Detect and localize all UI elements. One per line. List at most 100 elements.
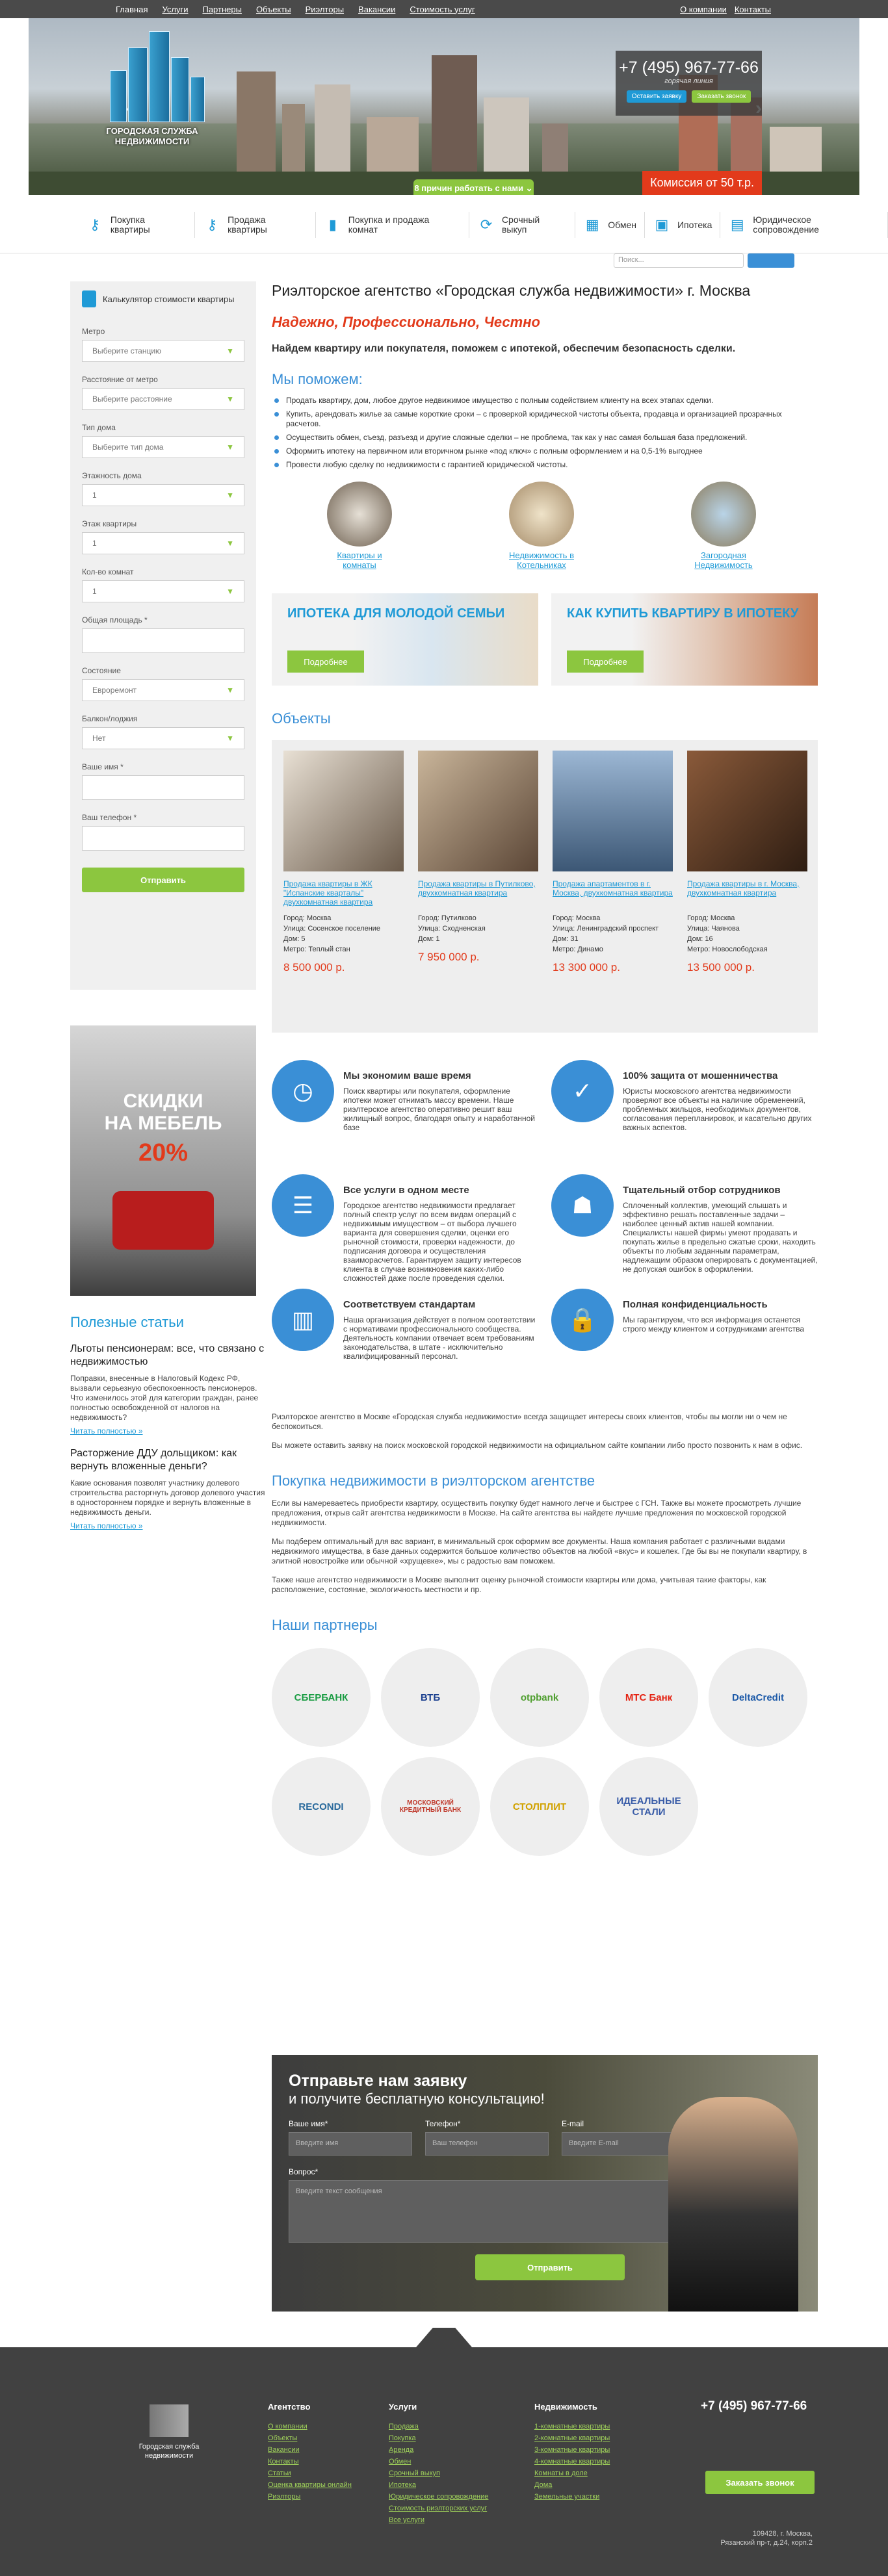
search-button[interactable] <box>748 253 794 268</box>
partner-logo[interactable]: DeltaCredit <box>709 1648 807 1747</box>
nav-item[interactable]: ▮ Покупка и продажа комнат <box>316 212 470 238</box>
object-photo[interactable] <box>283 751 404 871</box>
category-tile[interactable]: Недвижимость в Котельниках <box>503 482 581 570</box>
category-link[interactable]: Квартиры и комнаты <box>320 550 398 570</box>
top-menu-item[interactable]: Главная <box>116 5 148 14</box>
select-field[interactable]: 1 ▼ <box>82 532 244 554</box>
object-link[interactable]: Продажа квартиры в Путилково, двухкомнат… <box>418 879 538 913</box>
object-link[interactable]: Продажа квартиры в г. Москва, двухкомнат… <box>687 879 807 913</box>
footer-phone[interactable]: +7 (495) 967-77-66 <box>701 2399 807 2414</box>
select-field[interactable]: 1 ▼ <box>82 580 244 602</box>
hotline-phone[interactable]: +7 (495) 967-77-66 <box>616 58 762 77</box>
footer-link[interactable]: О компании <box>268 2421 352 2432</box>
form-submit-button[interactable]: Отправить <box>475 2254 625 2280</box>
select-field[interactable]: Выберите тип дома ▼ <box>82 436 244 458</box>
form-phone-input[interactable]: Ваш телефон <box>425 2132 549 2156</box>
promo-more-button[interactable]: Подробнее <box>287 650 364 673</box>
article-title[interactable]: Расторжение ДДУ дольщиком: как вернуть в… <box>70 1447 265 1473</box>
footer-link[interactable]: Оценка квартиры онлайн <box>268 2479 352 2491</box>
partner-logo[interactable]: ВТБ <box>381 1648 480 1747</box>
category-tile[interactable]: Квартиры и комнаты <box>320 482 398 570</box>
footer-link[interactable]: Риэлторы <box>268 2491 352 2503</box>
contacts-link[interactable]: Контакты <box>735 5 771 14</box>
partner-logo[interactable]: СБЕРБАНК <box>272 1648 371 1747</box>
footer-link[interactable]: Продажа <box>389 2421 488 2432</box>
footer-link[interactable]: Покупка <box>389 2432 488 2444</box>
nav-item[interactable]: ⚷ Продажа квартиры <box>195 212 316 238</box>
select-field[interactable]: 1 ▼ <box>82 484 244 506</box>
top-menu-item[interactable]: Риэлторы <box>306 5 344 14</box>
footer-link[interactable]: 4-комнатные квартиры <box>534 2456 610 2467</box>
footer-link[interactable]: Юридическое сопровождение <box>389 2491 488 2503</box>
partner-logo[interactable]: МОСКОВСКИЙ КРЕДИТНЫЙ БАНК <box>381 1757 480 1856</box>
partner-logo[interactable]: СТОЛПЛИТ <box>490 1757 589 1856</box>
area-input[interactable] <box>82 628 244 653</box>
phone-input[interactable] <box>82 826 244 851</box>
name-input[interactable] <box>82 775 244 800</box>
object-photo[interactable] <box>553 751 673 871</box>
form-name-input[interactable]: Введите имя <box>289 2132 412 2156</box>
object-link[interactable]: Продажа квартиры в ЖК "Испанские квартал… <box>283 879 404 913</box>
category-link[interactable]: Загородная Недвижимость <box>685 550 763 570</box>
scroll-top-button[interactable] <box>416 2328 472 2347</box>
footer-order-call-button[interactable]: Заказать звонок <box>705 2471 815 2494</box>
select-field[interactable]: Выберите расстояние ▼ <box>82 388 244 410</box>
reasons-button[interactable]: 8 причин работать с нами ⌄ <box>413 179 534 195</box>
partner-logo[interactable]: otpbank <box>490 1648 589 1747</box>
furniture-ad[interactable]: СКИДКИ НА МЕБЕЛЬ 20% <box>70 1025 256 1296</box>
footer-link[interactable]: Контакты <box>268 2456 352 2467</box>
nav-item[interactable]: ▣ Ипотека <box>645 212 721 238</box>
nav-item[interactable]: ▦ Обмен <box>575 212 645 238</box>
partner-logo[interactable]: МТС Банк <box>599 1648 698 1747</box>
form-email-input[interactable]: Введите E-mail <box>562 2132 685 2156</box>
top-menu-item[interactable]: Услуги <box>162 5 188 14</box>
about-link[interactable]: О компании <box>680 5 727 14</box>
footer-logo[interactable]: Городская служба недвижимости <box>124 2404 215 2460</box>
order-call-button[interactable]: Заказать звонок <box>692 90 751 103</box>
object-link[interactable]: Продажа апартаментов в г. Москва, двухко… <box>553 879 673 913</box>
promo-banner[interactable]: КАК КУПИТЬ КВАРТИРУ В ИПОТЕКУ Подробнее <box>551 593 818 686</box>
footer-link[interactable]: Стоимость риэлторских услуг <box>389 2503 488 2514</box>
footer-link[interactable]: Ипотека <box>389 2479 488 2491</box>
footer-link[interactable]: 2-комнатные квартиры <box>534 2432 610 2444</box>
search-input[interactable]: Поиск... <box>614 253 744 268</box>
footer-link[interactable]: Дома <box>534 2479 610 2491</box>
footer-link[interactable]: Статьи <box>268 2467 352 2479</box>
calculator-submit-button[interactable]: Отправить <box>82 868 244 892</box>
promo-more-button[interactable]: Подробнее <box>567 650 644 673</box>
footer-link[interactable]: Все услуги <box>389 2514 488 2526</box>
form-question-textarea[interactable]: Введите текст сообщения <box>289 2180 679 2243</box>
read-more-link[interactable]: Читать полностью » <box>70 1426 265 1436</box>
footer-link[interactable]: Земельные участки <box>534 2491 610 2503</box>
nav-item[interactable]: ⟳ Срочный выкуп <box>469 212 576 238</box>
select-field[interactable]: Выберите станцию ▼ <box>82 340 244 362</box>
top-menu-item[interactable]: Вакансии <box>358 5 395 14</box>
category-tile[interactable]: Загородная Недвижимость <box>685 482 763 570</box>
feature-item: ☗ Тщательный отбор сотрудников Сплоченный … <box>551 1174 818 1289</box>
footer-link[interactable]: 1-комнатные квартиры <box>534 2421 610 2432</box>
footer-link[interactable]: Обмен <box>389 2456 488 2467</box>
read-more-link[interactable]: Читать полностью » <box>70 1521 265 1530</box>
article-title[interactable]: Льготы пенсионерам: все, что связано с н… <box>70 1343 265 1369</box>
partner-logo[interactable]: ИДЕАЛЬНЫЕ СТАЛИ <box>599 1757 698 1856</box>
select-field[interactable]: Евроремонт ▼ <box>82 679 244 701</box>
footer-link[interactable]: Комнаты в доле <box>534 2467 610 2479</box>
promo-banner[interactable]: ИПОТЕКА ДЛЯ МОЛОДОЙ СЕМЬИ Подробнее <box>272 593 538 686</box>
leave-request-button[interactable]: Оставить заявку <box>626 90 687 103</box>
top-menu-item[interactable]: Объекты <box>256 5 291 14</box>
select-field[interactable]: Нет ▼ <box>82 727 244 749</box>
top-menu-item[interactable]: Стоимость услуг <box>410 5 475 14</box>
footer-link[interactable]: 3-комнатные квартиры <box>534 2444 610 2456</box>
object-photo[interactable] <box>687 751 807 871</box>
footer-link[interactable]: Вакансии <box>268 2444 352 2456</box>
top-menu-item[interactable]: Партнеры <box>202 5 241 14</box>
partner-logo[interactable]: RECONDI <box>272 1757 371 1856</box>
object-photo[interactable] <box>418 751 538 871</box>
footer-link[interactable]: Аренда <box>389 2444 488 2456</box>
site-logo[interactable]: Городская служба недвижимости <box>90 31 214 164</box>
nav-item[interactable]: ▤ Юридическое сопровождение <box>720 212 888 238</box>
footer-link[interactable]: Объекты <box>268 2432 352 2444</box>
nav-item[interactable]: ⚷ Покупка квартиры <box>78 212 196 238</box>
footer-link[interactable]: Срочный выкуп <box>389 2467 488 2479</box>
category-link[interactable]: Недвижимость в Котельниках <box>503 550 581 570</box>
